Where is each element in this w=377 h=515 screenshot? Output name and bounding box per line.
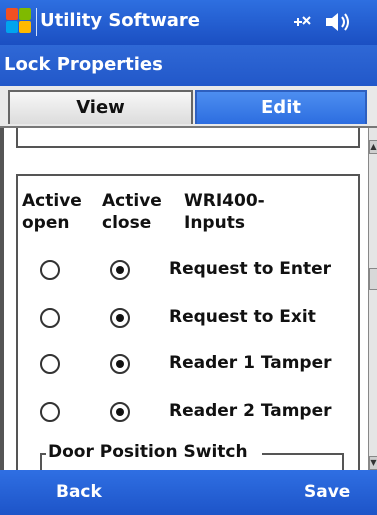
active-close-radio[interactable]: [110, 354, 130, 374]
input-row: Reader 2 Tamper: [4, 398, 364, 426]
input-label: Request to Exit: [169, 307, 316, 327]
title-bar: Utility Software: [0, 0, 377, 45]
previous-group-box: [16, 128, 360, 148]
active-close-radio[interactable]: [110, 308, 130, 328]
input-label: Reader 1 Tamper: [169, 353, 332, 373]
window-title: Lock Properties: [4, 54, 163, 75]
windows-flag-icon[interactable]: [6, 8, 32, 34]
group-border: [40, 453, 42, 470]
active-close-radio[interactable]: [110, 260, 130, 280]
content-area: Active open Active close WRI400- Inputs …: [0, 128, 368, 470]
input-row: Reader 1 Tamper: [4, 350, 364, 378]
active-open-radio[interactable]: [40, 354, 60, 374]
connectivity-volume-icon[interactable]: [290, 9, 360, 40]
vertical-scrollbar[interactable]: ▲ ▼: [368, 128, 377, 470]
tab-strip: View Edit: [0, 86, 377, 128]
active-open-radio[interactable]: [40, 402, 60, 422]
active-close-radio[interactable]: [110, 402, 130, 422]
window-header: Lock Properties: [0, 45, 377, 86]
tab-edit[interactable]: Edit: [195, 90, 367, 124]
header-active-open: Active open: [22, 191, 82, 233]
save-button[interactable]: Save: [304, 482, 350, 502]
scroll-thumb[interactable]: [369, 268, 377, 290]
back-button[interactable]: Back: [56, 482, 102, 502]
tab-view[interactable]: View: [8, 90, 193, 124]
scroll-up-arrow-icon[interactable]: ▲: [369, 140, 377, 154]
input-row: Request to Exit: [4, 304, 364, 332]
group-border: [262, 453, 342, 455]
input-label: Reader 2 Tamper: [169, 401, 332, 421]
header-active-close: Active close: [102, 191, 162, 233]
input-row: Request to Enter: [4, 256, 364, 284]
input-label: Request to Enter: [169, 259, 332, 279]
door-position-group-title: Door Position Switch: [48, 442, 248, 462]
app-title: Utility Software: [40, 10, 200, 31]
group-border: [342, 453, 344, 470]
scroll-down-arrow-icon[interactable]: ▼: [369, 456, 377, 470]
active-open-radio[interactable]: [40, 308, 60, 328]
soft-key-bar: Back Save: [0, 470, 377, 515]
active-open-radio[interactable]: [40, 260, 60, 280]
header-wri400-inputs: WRI400- Inputs: [184, 191, 265, 233]
title-divider: [36, 8, 37, 36]
